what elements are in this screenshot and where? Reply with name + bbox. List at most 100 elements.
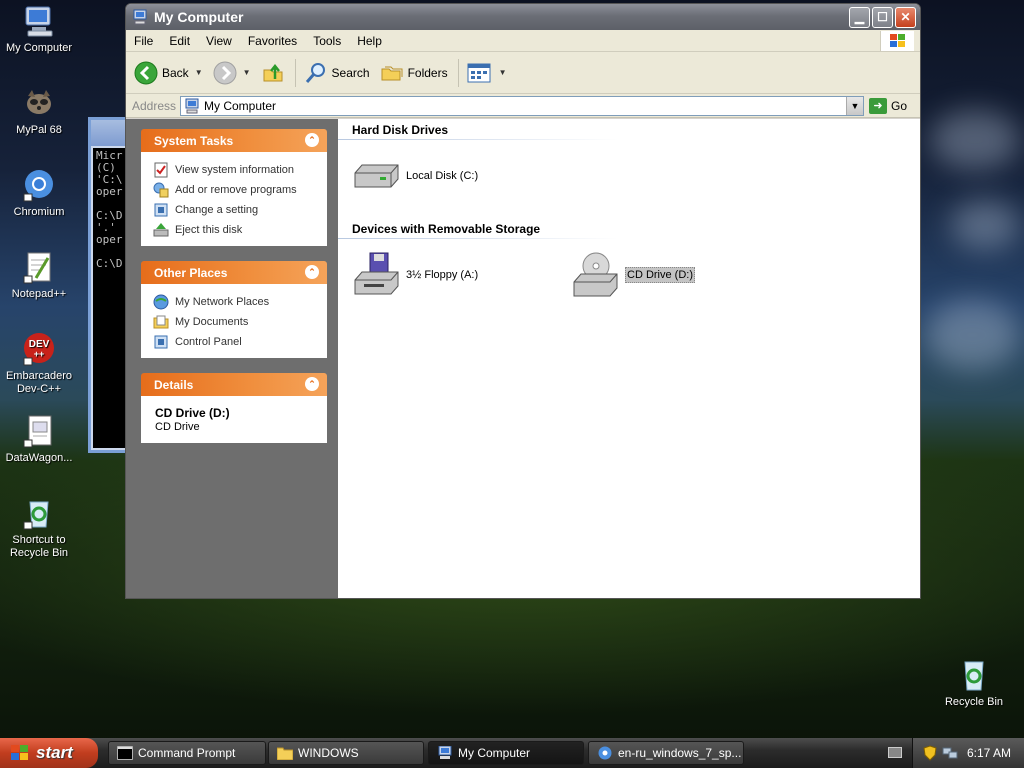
details-item-name: CD Drive (D:) — [155, 406, 230, 420]
drive-label: 3½ Floppy (A:) — [406, 269, 479, 281]
back-label: Back — [162, 65, 189, 80]
keyboard-icon[interactable] — [888, 747, 902, 758]
desktop-icon-chromium[interactable]: Chromium — [0, 168, 79, 219]
network-places-icon — [153, 294, 169, 310]
task-change-setting[interactable]: Change a setting — [153, 200, 327, 220]
system-tasks-header[interactable]: System Tasks ⌃ — [141, 129, 327, 152]
collapse-icon[interactable]: ⌃ — [305, 133, 319, 147]
desktop-icon-datawagon[interactable]: DataWagon... — [0, 414, 79, 465]
menu-file[interactable]: File — [126, 34, 161, 48]
menu-help[interactable]: Help — [349, 34, 390, 48]
desktop-icon-my-computer[interactable]: My Computer — [0, 4, 79, 55]
my-documents-icon — [153, 315, 169, 329]
taskbar-item-label: en-ru_windows_7_sp... — [618, 746, 742, 760]
taskbar-item-my-computer[interactable]: My Computer — [428, 741, 584, 765]
search-label: Search — [331, 65, 370, 80]
group-divider — [338, 139, 618, 140]
window-content: System Tasks ⌃ View system information A… — [126, 119, 920, 598]
chevron-down-icon[interactable]: ▼ — [195, 68, 203, 77]
up-folder-button[interactable] — [261, 61, 285, 85]
menu-edit[interactable]: Edit — [161, 34, 198, 48]
drive-cd-d[interactable]: CD Drive (D:) — [571, 250, 695, 300]
folders-button[interactable]: Folders — [380, 61, 448, 85]
search-button[interactable]: Search — [304, 61, 370, 85]
start-button[interactable]: start — [0, 738, 98, 768]
place-control-panel[interactable]: Control Panel — [153, 332, 327, 352]
place-my-network-places[interactable]: My Network Places — [153, 292, 327, 312]
collapse-icon[interactable]: ⌃ — [305, 377, 319, 391]
taskbar-item-label: My Computer — [458, 746, 531, 760]
address-input[interactable]: My Computer ▼ — [180, 95, 864, 116]
drive-label: Local Disk (C:) — [406, 170, 479, 182]
desktop-icon-label: Recycle Bin — [944, 696, 1004, 708]
drives-pane: Hard Disk Drives Local Disk (C:) Devices… — [338, 119, 920, 598]
desktop-icon-label: DataWagon... — [5, 452, 73, 464]
drive-floppy-a[interactable]: 3½ Floppy (A:) — [352, 250, 478, 300]
menu-bar: File Edit View Favorites Tools Help — [126, 30, 920, 52]
go-arrow-icon: ➜ — [869, 97, 887, 114]
my-computer-icon — [185, 98, 199, 113]
window-titlebar[interactable]: My Computer ▁ ☐ ✕ — [126, 4, 920, 30]
toolbar-separator — [294, 58, 296, 87]
menu-favorites[interactable]: Favorites — [240, 34, 305, 48]
menu-tools[interactable]: Tools — [305, 34, 349, 48]
desktop-icon-label: My Computer — [5, 42, 73, 54]
clock[interactable]: 6:17 AM — [967, 746, 1011, 760]
other-places-header[interactable]: Other Places ⌃ — [141, 261, 327, 284]
place-my-documents[interactable]: My Documents — [153, 312, 327, 332]
windows-logo-icon — [880, 31, 914, 51]
desktop-icon-recycle-shortcut[interactable]: Shortcut to Recycle Bin — [0, 496, 79, 560]
window-title: My Computer — [154, 9, 244, 25]
back-button[interactable]: Back ▼ — [134, 61, 203, 85]
desktop-icon-label: Notepad++ — [11, 288, 67, 300]
devcpp-icon: DEV ++ — [22, 332, 56, 366]
desktop-icon-devcpp[interactable]: DEV ++ Embarcadero Dev-C++ — [0, 332, 79, 396]
drive-local-disk-c[interactable]: Local Disk (C:) — [352, 151, 478, 201]
minimize-button[interactable]: ▁ — [849, 6, 870, 28]
chevron-down-icon: ▼ — [498, 68, 507, 77]
task-label: View system information — [175, 164, 295, 176]
taskbar-item-command-prompt[interactable]: Command Prompt — [108, 741, 266, 765]
back-arrow-icon — [134, 61, 158, 84]
task-label: Eject this disk — [175, 224, 243, 236]
network-icon[interactable] — [942, 745, 958, 761]
eject-icon — [153, 223, 169, 237]
other-places-panel: Other Places ⌃ My Network Places My Docu… — [141, 261, 327, 358]
my-computer-icon — [438, 746, 452, 759]
taskbar-item-chromium[interactable]: en-ru_windows_7_sp... — [588, 741, 744, 765]
maximize-button[interactable]: ☐ — [872, 6, 893, 28]
control-panel-icon — [154, 203, 168, 217]
address-label: Address — [132, 98, 177, 113]
start-label: start — [36, 743, 73, 762]
address-dropdown-button[interactable]: ▼ — [846, 96, 863, 115]
group-title-removable-storage: Devices with Removable Storage — [352, 222, 541, 236]
up-folder-icon — [263, 63, 283, 81]
desktop-icon-label: MyPal 68 — [16, 124, 62, 136]
go-button[interactable]: ➜ Go — [869, 97, 907, 114]
desktop-icon-mypal[interactable]: MyPal 68 — [0, 86, 79, 137]
details-header[interactable]: Details ⌃ — [141, 373, 327, 396]
task-view-system-info[interactable]: View system information — [153, 160, 327, 180]
task-eject-disk[interactable]: Eject this disk — [153, 220, 327, 240]
toolbar: Back ▼ ▼ Search Folders ▼ — [126, 52, 920, 94]
toolbar-separator — [457, 58, 459, 87]
folders-label: Folders — [407, 65, 448, 80]
taskbar: start Command Prompt WINDOWS My Computer… — [0, 738, 1024, 768]
task-add-remove-programs[interactable]: Add or remove programs — [153, 180, 327, 200]
collapse-icon[interactable]: ⌃ — [305, 265, 319, 279]
security-shield-icon[interactable] — [923, 745, 937, 761]
datawagon-icon — [22, 414, 56, 448]
system-tasks-panel: System Tasks ⌃ View system information A… — [141, 129, 327, 246]
details-item-type: CD Drive — [155, 421, 200, 433]
desktop-icon-recycle-bin[interactable]: Recycle Bin — [934, 658, 1014, 709]
views-button[interactable]: ▼ — [467, 62, 507, 84]
desktop-icon-notepadpp[interactable]: Notepad++ — [0, 250, 79, 301]
control-panel-icon — [154, 335, 168, 349]
menu-view[interactable]: View — [198, 34, 240, 48]
details-title: Details — [154, 377, 194, 392]
taskbar-item-windows[interactable]: WINDOWS — [268, 741, 424, 765]
forward-button[interactable]: ▼ — [213, 61, 251, 85]
close-button[interactable]: ✕ — [895, 6, 916, 28]
my-computer-icon — [22, 4, 56, 38]
desktop-icon-label: Chromium — [13, 206, 65, 218]
